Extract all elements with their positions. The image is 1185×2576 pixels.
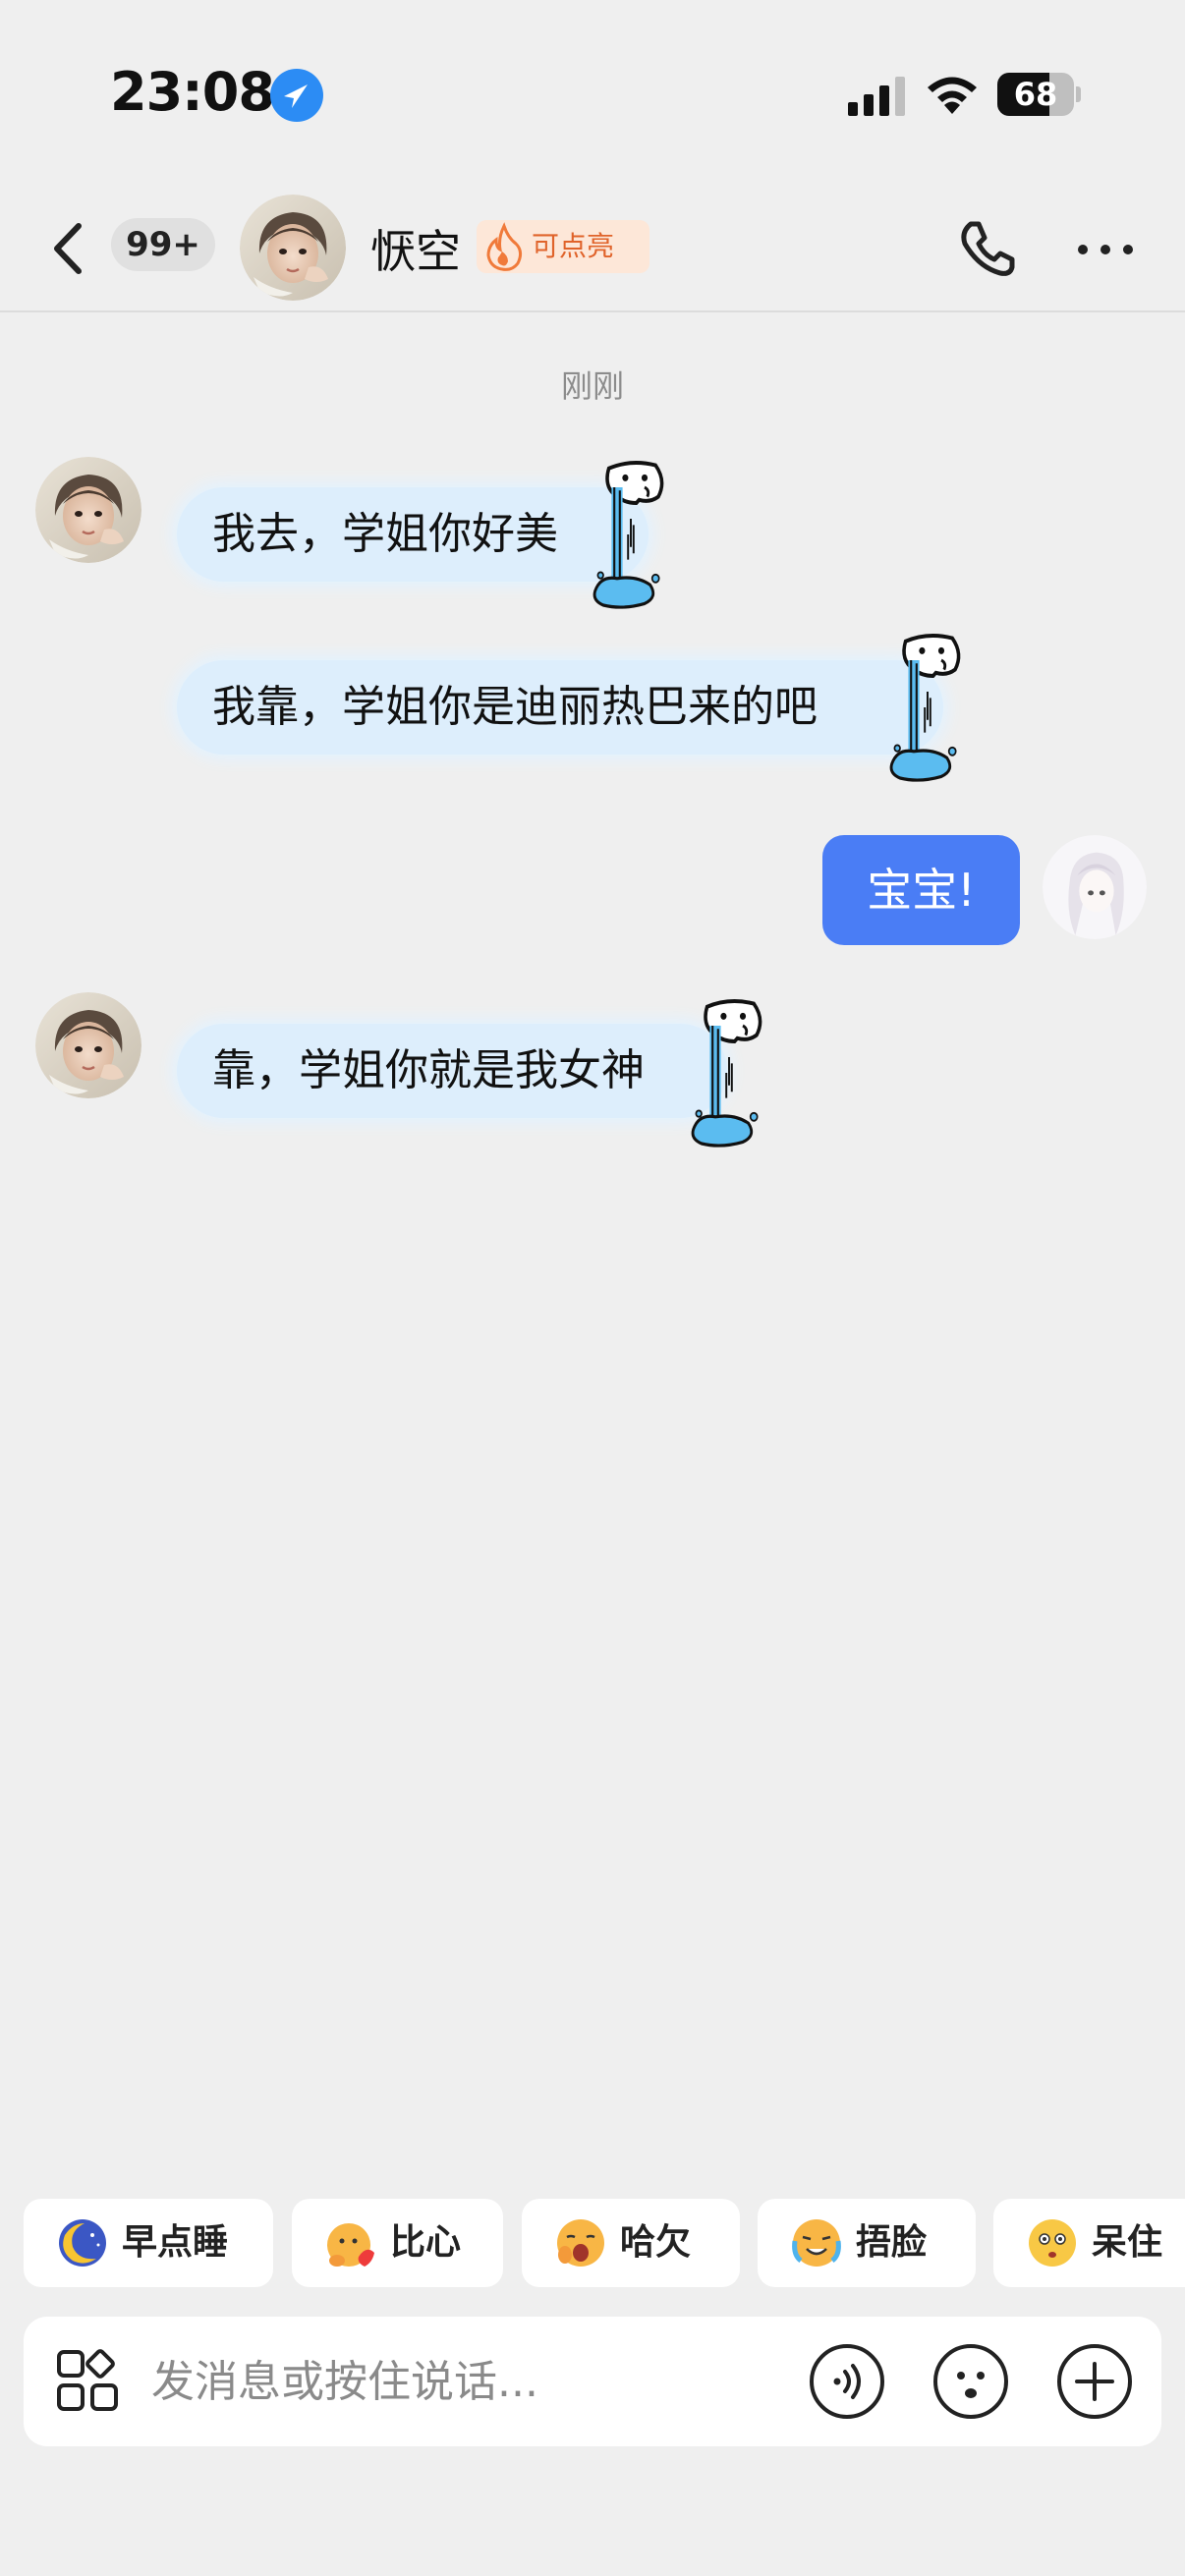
facepalm-emoji-icon (792, 2219, 841, 2267)
unread-count-badge[interactable]: 99+ (111, 218, 215, 271)
heart-hands-emoji-icon (327, 2223, 374, 2267)
moon-emoji-icon (59, 2219, 106, 2267)
message-text: 靠，学姐你就是我女神 (212, 1045, 645, 1095)
stunned-emoji-icon (1029, 2219, 1076, 2267)
quick-reply-label: 呆住 (1092, 2222, 1163, 2263)
spark-label: 可点亮 (532, 230, 615, 262)
emoji-picker-icon[interactable] (931, 2342, 1010, 2421)
message-bubble-incoming[interactable]: 我去，学姐你好美 (177, 487, 649, 582)
flame-icon (486, 222, 523, 271)
waterfall-sticker-icon (886, 629, 969, 786)
spark-badge[interactable]: 可点亮 (477, 220, 649, 273)
voice-input-icon[interactable] (808, 2342, 886, 2421)
chat-header: 99+ 恹空 可点亮 (0, 177, 1185, 312)
location-arrow-icon (270, 69, 323, 122)
more-options-icon[interactable] (1073, 220, 1138, 279)
quick-reply-label: 捂脸 (856, 2222, 928, 2263)
wifi-icon (928, 77, 977, 114)
message-input-bar (24, 2317, 1161, 2446)
quick-reply-row: 早点睡 比心 哈欠 捂脸 呆住 (0, 2199, 1185, 2287)
battery-indicator: 68 (997, 73, 1081, 116)
sender-avatar[interactable] (35, 992, 141, 1098)
quick-reply-chip[interactable]: 哈欠 (522, 2199, 740, 2287)
message-text: 我去，学姐你好美 (212, 509, 558, 559)
message-text: 我靠，学姐你是迪丽热巴来的吧 (212, 682, 818, 732)
quick-reply-chip[interactable]: 捂脸 (758, 2199, 976, 2287)
contact-avatar[interactable] (240, 195, 346, 301)
waterfall-sticker-icon (590, 456, 672, 613)
message-bubble-incoming[interactable]: 靠，学姐你就是我女神 (177, 1024, 727, 1118)
status-bar: 23:08 68 (0, 0, 1185, 167)
message-bubble-incoming[interactable]: 我靠，学姐你是迪丽热巴来的吧 (177, 660, 943, 755)
sender-avatar[interactable] (35, 457, 141, 563)
quick-reply-chip[interactable]: 呆住 (993, 2199, 1185, 2287)
message-input[interactable] (151, 2338, 790, 2425)
quick-reply-label: 哈欠 (620, 2222, 692, 2263)
battery-percent: 68 (1013, 76, 1058, 113)
message-timestamp: 刚刚 (560, 367, 624, 405)
add-attachment-icon[interactable] (1055, 2342, 1134, 2421)
message-text: 宝宝! (867, 864, 976, 917)
my-avatar[interactable] (1043, 835, 1147, 939)
yawn-emoji-icon (557, 2219, 604, 2267)
waterfall-sticker-icon (688, 994, 770, 1151)
contact-name[interactable]: 恹空 (370, 216, 461, 281)
status-time: 23:08 (110, 61, 275, 123)
phone-call-icon[interactable] (955, 216, 1020, 281)
cellular-signal-icon (848, 77, 905, 116)
apps-grid-icon[interactable] (55, 2348, 122, 2415)
quick-reply-label: 比心 (390, 2222, 462, 2263)
quick-reply-chip[interactable]: 比心 (292, 2199, 503, 2287)
quick-reply-label: 早点睡 (122, 2222, 229, 2263)
message-bubble-outgoing[interactable]: 宝宝! (822, 835, 1020, 945)
back-button[interactable] (39, 214, 98, 283)
quick-reply-chip[interactable]: 早点睡 (24, 2199, 273, 2287)
